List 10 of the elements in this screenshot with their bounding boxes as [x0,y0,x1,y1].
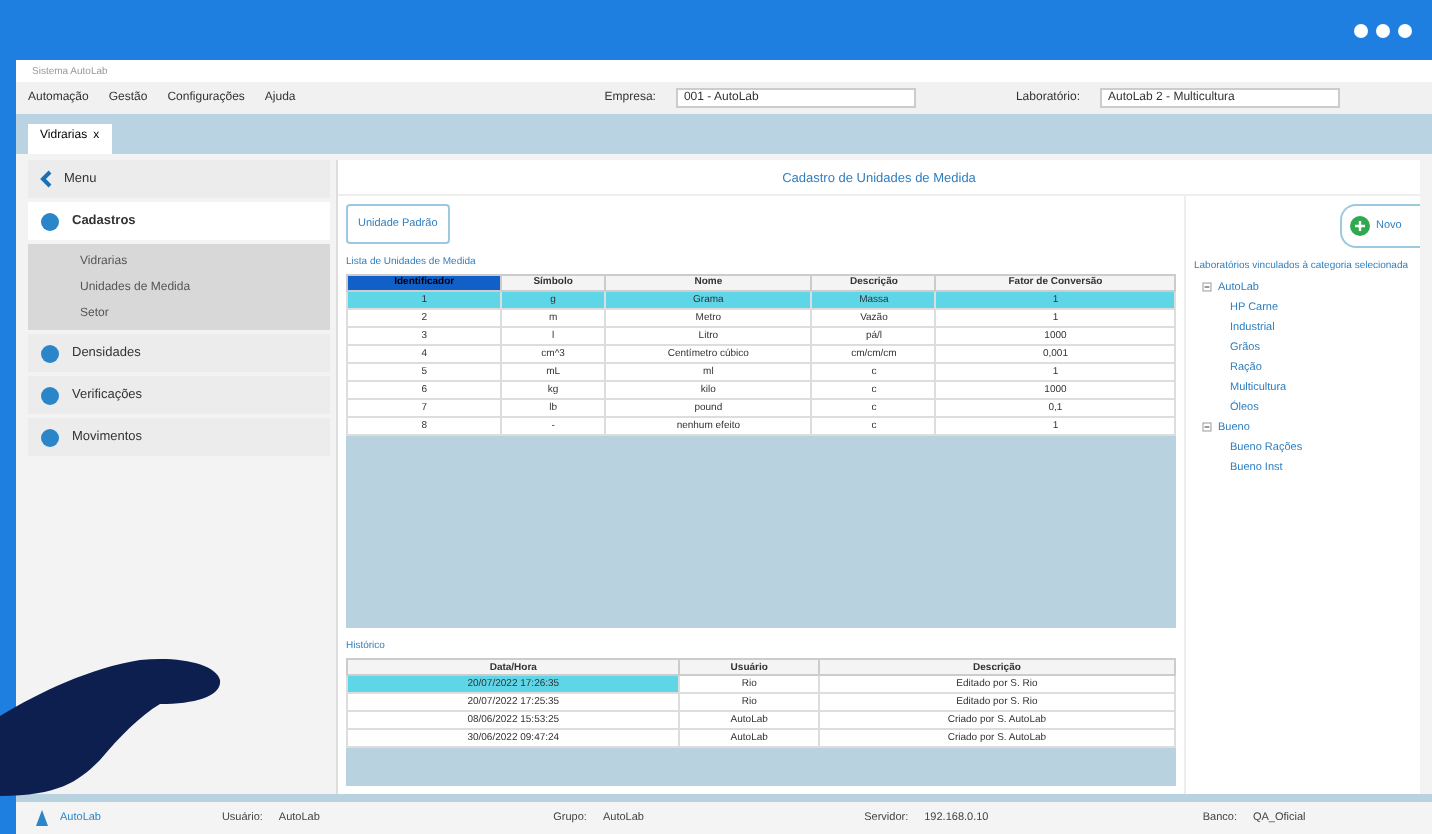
chevron-left-icon [40,170,52,188]
collapse-icon[interactable] [1202,422,1212,432]
category-icon [40,385,60,405]
more-icon[interactable] [1354,24,1412,38]
category-icon [40,343,60,363]
plus-circle-icon [1350,216,1370,236]
collapse-icon[interactable] [1202,282,1212,292]
category-icon [40,427,60,447]
category-icon [40,211,60,231]
logo-icon [36,810,48,826]
